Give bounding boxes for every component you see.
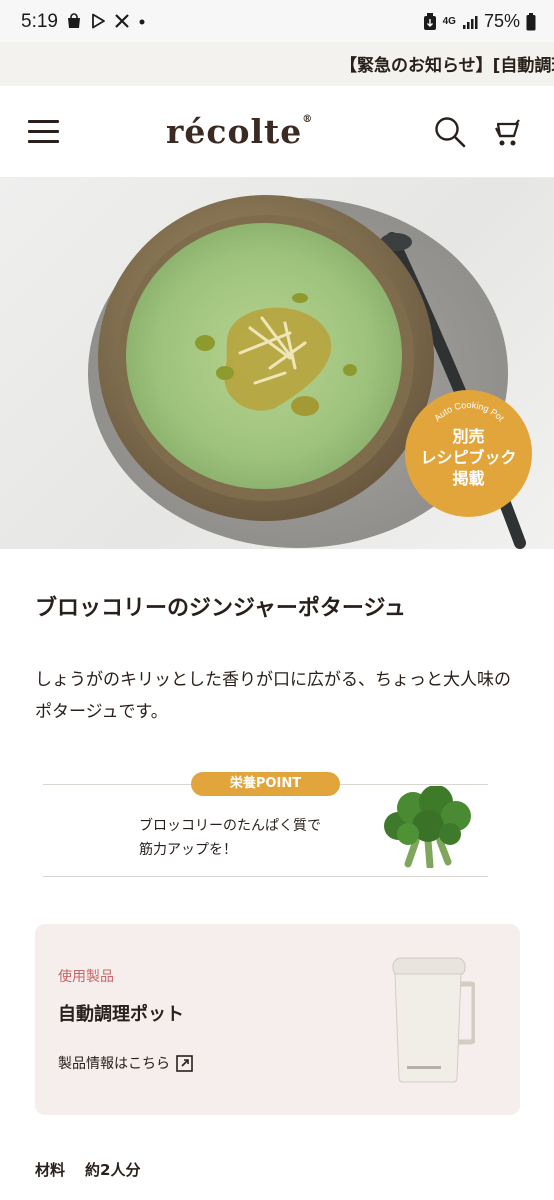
status-time: 5:19 <box>21 11 58 32</box>
recipe-title: ブロッコリーのジンジャーポタージュ <box>35 596 406 621</box>
nutrition-text: ブロッコリーのたんぱく質で 筋力アップを！ <box>139 814 379 862</box>
broccoli-image <box>384 786 471 868</box>
cart-icon[interactable] <box>492 118 524 148</box>
shopping-bag-icon <box>68 13 80 28</box>
badge-text: 別売 レシピブック 掲載 <box>405 426 532 489</box>
recipe-hero-image: Auto Cooking Pot 別売 レシピブック 掲載 <box>0 178 554 549</box>
product-name: 自動調理ポット <box>58 1004 184 1025</box>
svg-text:Auto Cooking Pot: Auto Cooking Pot <box>432 400 506 424</box>
site-header: récolte® <box>0 86 554 178</box>
brand-logo[interactable]: récolte® <box>166 112 313 151</box>
ingredients-heading: 材料 約2人分 <box>35 1159 140 1180</box>
badge-line-3: 掲載 <box>452 469 485 488</box>
brand-name: récolte <box>166 112 303 151</box>
recipe-book-badge: Auto Cooking Pot 別売 レシピブック 掲載 <box>405 390 532 517</box>
play-store-icon <box>92 13 105 29</box>
product-section-label: 使用製品 <box>58 969 114 985</box>
menu-icon[interactable] <box>28 120 59 144</box>
signal-icon <box>462 15 478 29</box>
ingredients-servings: 約2人分 <box>85 1161 141 1179</box>
search-icon[interactable] <box>434 116 466 148</box>
product-link-text[interactable]: 製品情報はこちら <box>58 1053 170 1073</box>
divider-bottom <box>43 876 488 877</box>
external-link-icon[interactable] <box>176 1054 193 1072</box>
badge-line-1: 別売 <box>452 427 485 446</box>
recipe-description: しょうがのキリッとした香りが口に広がる、ちょっと大人味のポタージュです。 <box>35 670 511 722</box>
network-type: 4G <box>442 15 456 27</box>
status-bar: 5:19 4G 75% <box>0 0 554 42</box>
nutrition-line-2: 筋力アップを！ <box>139 842 237 858</box>
x-icon <box>115 14 129 28</box>
dot-icon <box>139 19 145 25</box>
badge-line-2: レシピブック <box>420 448 517 467</box>
notice-text[interactable]: 【緊急のお知らせ】[自動調理ポット] <box>340 51 554 76</box>
product-info-link[interactable]: 製品情報はこちら <box>58 1053 193 1073</box>
nutrition-line-1: ブロッコリーのたんぱく質で <box>139 818 321 834</box>
auto-cooking-pot-image <box>392 957 475 1083</box>
battery-percent: 75% <box>483 11 520 31</box>
data-saver-icon <box>423 12 436 30</box>
battery-icon <box>526 12 536 30</box>
notification-icons <box>66 13 146 29</box>
system-icons: 4G 75% <box>423 11 536 32</box>
registered-mark: ® <box>302 114 314 125</box>
nutrition-point-label: 栄養POINT <box>191 772 340 796</box>
product-card[interactable]: 使用製品 自動調理ポット 製品情報はこちら <box>35 924 520 1115</box>
ingredients-label: 材料 <box>35 1161 66 1179</box>
notice-banner[interactable]: 【緊急のお知らせ】[自動調理ポット] <box>0 42 554 86</box>
